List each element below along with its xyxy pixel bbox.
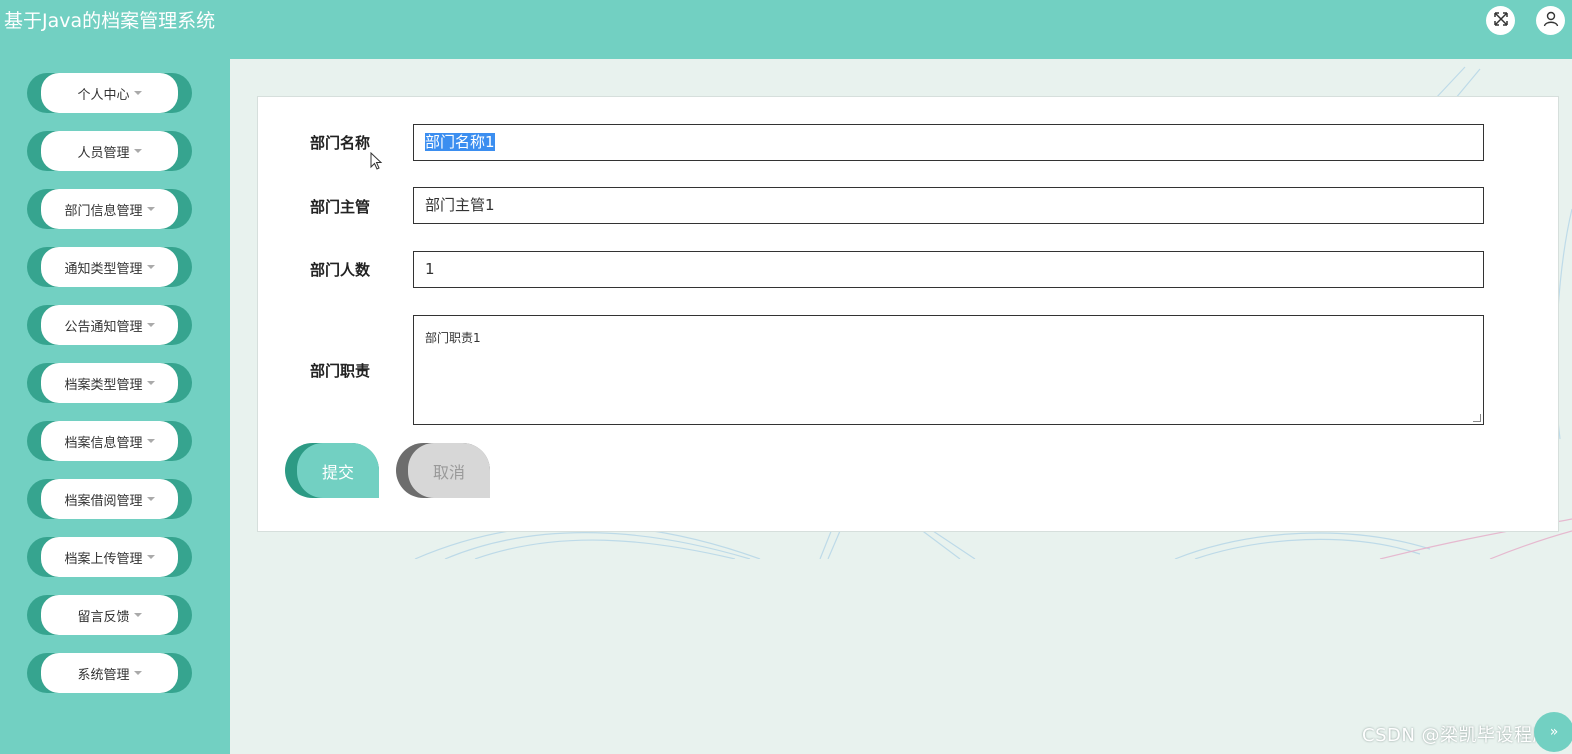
sidebar-item-label: 档案借阅管理 bbox=[64, 493, 143, 509]
caret-down-icon bbox=[146, 207, 155, 211]
caret-down-icon bbox=[146, 555, 155, 559]
sidebar-item-system[interactable]: 系统管理 bbox=[27, 653, 192, 693]
field-label-department-duties: 部门职责 bbox=[310, 362, 371, 380]
sidebar-item-label: 公告通知管理 bbox=[64, 319, 143, 335]
sidebar-item-label: 人员管理 bbox=[77, 145, 130, 161]
department-size-input[interactable]: 1 bbox=[413, 251, 1484, 288]
sidebar-item-feedback[interactable]: 留言反馈 bbox=[27, 595, 192, 635]
sidebar-item-notice-type[interactable]: 通知类型管理 bbox=[27, 247, 192, 287]
caret-down-icon bbox=[133, 91, 142, 95]
caret-down-icon bbox=[146, 381, 155, 385]
user-icon bbox=[1542, 10, 1560, 32]
sidebar-item-label: 留言反馈 bbox=[77, 609, 130, 625]
mouse-cursor-icon bbox=[370, 152, 383, 170]
sidebar-item-label: 档案类型管理 bbox=[64, 377, 143, 393]
expand-icon bbox=[1493, 11, 1509, 31]
cancel-button[interactable]: 取消 bbox=[396, 443, 490, 498]
caret-down-icon bbox=[146, 323, 155, 327]
caret-down-icon bbox=[133, 671, 142, 675]
sidebar-item-personnel[interactable]: 人员管理 bbox=[27, 131, 192, 171]
department-duties-value: 部门职责1 bbox=[425, 331, 481, 345]
sidebar-item-archive-info[interactable]: 档案信息管理 bbox=[27, 421, 192, 461]
sidebar-item-announcement[interactable]: 公告通知管理 bbox=[27, 305, 192, 345]
department-name-value: 部门名称1 bbox=[425, 133, 495, 151]
department-form: 部门名称 部门名称1 部门主管 部门主管1 部门人数 1 部门职责 部门职责1 … bbox=[257, 96, 1559, 532]
field-label-department-name: 部门名称 bbox=[310, 134, 371, 152]
sidebar-item-label: 个人中心 bbox=[77, 87, 130, 103]
sidebar-item-archive-upload[interactable]: 档案上传管理 bbox=[27, 537, 192, 577]
field-label-department-head: 部门主管 bbox=[310, 198, 371, 216]
caret-down-icon bbox=[146, 439, 155, 443]
department-name-input[interactable]: 部门名称1 bbox=[413, 124, 1484, 161]
caret-down-icon bbox=[133, 613, 142, 617]
caret-down-icon bbox=[146, 497, 155, 501]
user-button[interactable] bbox=[1536, 6, 1565, 35]
sidebar-item-label: 系统管理 bbox=[77, 667, 130, 683]
fullscreen-button[interactable] bbox=[1486, 6, 1515, 35]
caret-down-icon bbox=[146, 265, 155, 269]
submit-button-label: 提交 bbox=[297, 443, 379, 498]
sidebar-item-archive-type[interactable]: 档案类型管理 bbox=[27, 363, 192, 403]
cancel-button-label: 取消 bbox=[408, 443, 490, 498]
app-title: 基于Java的档案管理系统 bbox=[4, 10, 216, 32]
floating-action-button[interactable]: » bbox=[1534, 712, 1572, 752]
sidebar-menu: 个人中心 人员管理 部门信息管理 通知类型管理 公告通知管理 档案类型管理 档案… bbox=[0, 59, 230, 754]
arrow-icon: » bbox=[1549, 724, 1559, 740]
sidebar-item-label: 档案上传管理 bbox=[64, 551, 143, 567]
top-header: 基于Java的档案管理系统 bbox=[0, 0, 1572, 59]
sidebar-item-label: 部门信息管理 bbox=[64, 203, 143, 219]
sidebar-item-personal-center[interactable]: 个人中心 bbox=[27, 73, 192, 113]
sidebar-item-archive-borrow[interactable]: 档案借阅管理 bbox=[27, 479, 192, 519]
sidebar-item-department[interactable]: 部门信息管理 bbox=[27, 189, 192, 229]
submit-button[interactable]: 提交 bbox=[285, 443, 379, 498]
field-label-department-size: 部门人数 bbox=[310, 261, 371, 279]
caret-down-icon bbox=[133, 149, 142, 153]
department-duties-textarea[interactable]: 部门职责1 bbox=[413, 315, 1484, 425]
watermark-text: CSDN @梁凯毕设程序 bbox=[1362, 725, 1552, 746]
department-head-input[interactable]: 部门主管1 bbox=[413, 187, 1484, 224]
sidebar-item-label: 通知类型管理 bbox=[64, 261, 143, 277]
resize-handle-icon[interactable] bbox=[1473, 414, 1481, 422]
sidebar-item-label: 档案信息管理 bbox=[64, 435, 143, 451]
